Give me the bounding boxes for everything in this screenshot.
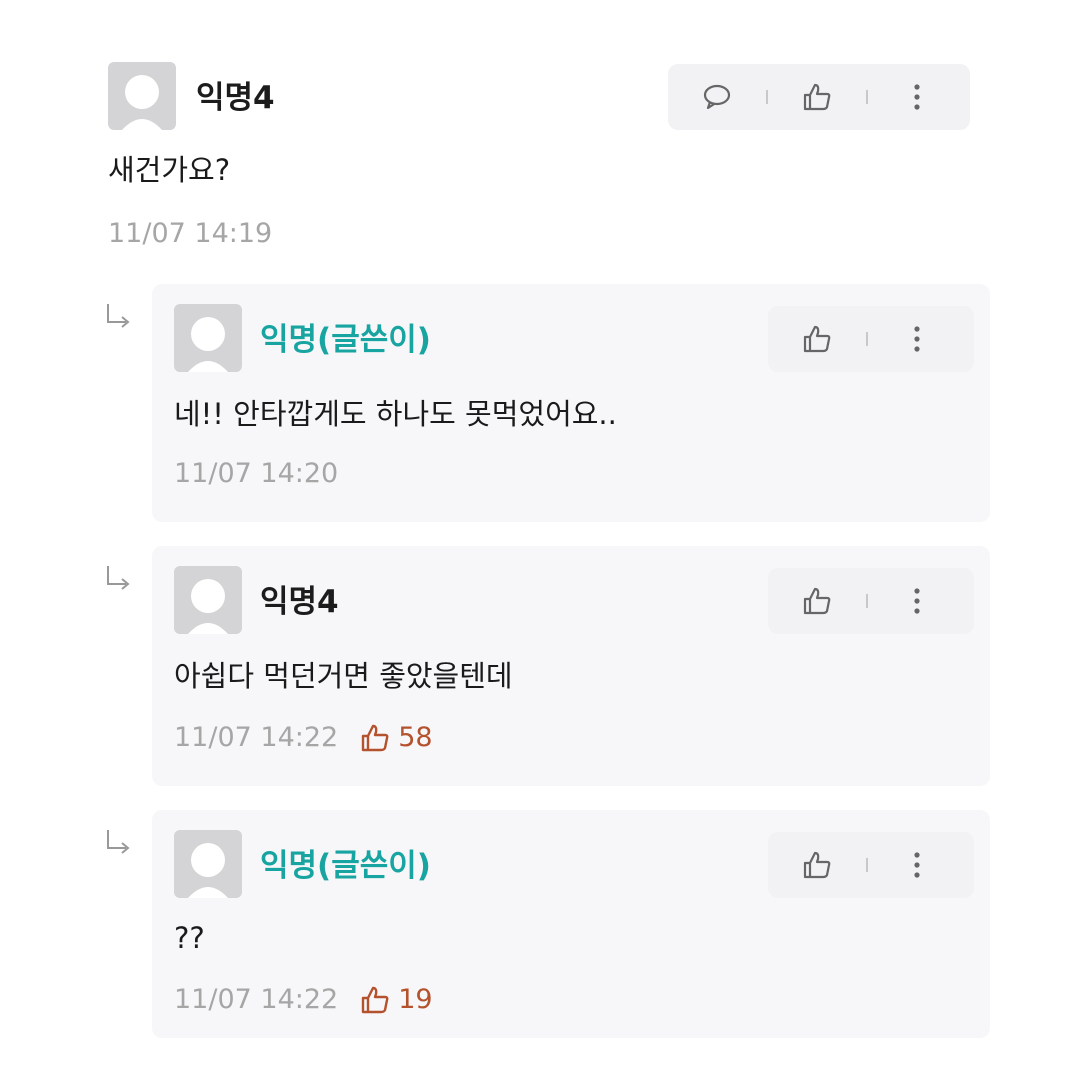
timestamp-text: 11/07 14:20 — [174, 458, 339, 489]
comment-timestamp: 11/07 14:20 — [174, 456, 338, 492]
reply-comment: 익명4 아쉽다 먹던거면 좋았을텐데 11/07 14:22 58 — [152, 546, 990, 786]
comment-meta: 11/07 14:22 19 — [174, 982, 433, 1018]
comment-author: 익명(글쓴이) — [260, 322, 431, 358]
avatar — [108, 62, 176, 130]
comment-action-bar — [668, 64, 970, 130]
divider — [866, 90, 868, 104]
comment-timestamp: 11/07 14:19 — [108, 216, 272, 252]
timestamp-text: 11/07 14:19 — [108, 218, 273, 249]
like-count-value: 58 — [398, 722, 433, 753]
thumbs-up-icon[interactable] — [792, 576, 842, 626]
avatar — [174, 304, 242, 372]
comment-top-level: 익명4 새건가요? 11/07 14:19 — [0, 0, 1080, 270]
timestamp-text: 11/07 14:22 — [174, 722, 339, 753]
thumbs-up-icon[interactable] — [792, 72, 842, 122]
reply-icon[interactable] — [692, 72, 742, 122]
comment-text: 아쉽다 먹던거면 좋았을텐데 — [174, 659, 513, 693]
reply-comment: 익명(글쓴이) 네!! 안타깝게도 하나도 못먹었어요.. 11/07 14:2… — [152, 284, 990, 522]
reply-comment: 익명(글쓴이) ?? 11/07 14:22 19 — [152, 810, 990, 1038]
thumbs-up-icon[interactable] — [792, 840, 842, 890]
divider — [866, 332, 868, 346]
divider — [866, 594, 868, 608]
comment-text: 새건가요? — [108, 153, 231, 187]
avatar — [174, 830, 242, 898]
comment-action-bar — [768, 832, 974, 898]
comment-text: ?? — [174, 921, 205, 955]
thumbs-up-icon[interactable] — [792, 314, 842, 364]
thumbs-up-icon — [362, 986, 389, 1014]
like-count: 19 — [360, 982, 433, 1018]
more-vertical-icon[interactable] — [892, 72, 942, 122]
timestamp-text: 11/07 14:22 — [174, 984, 339, 1015]
comment-text: 네!! 안타깝게도 하나도 못먹었어요.. — [174, 397, 617, 431]
like-count-value: 19 — [398, 984, 433, 1015]
comment-author: 익명4 — [260, 584, 339, 620]
reply-arrow-icon — [104, 828, 134, 858]
divider — [866, 858, 868, 872]
thumbs-up-icon — [362, 724, 389, 752]
more-vertical-icon[interactable] — [892, 576, 942, 626]
like-count: 58 — [360, 720, 433, 756]
comment-author: 익명4 — [196, 80, 275, 116]
reply-arrow-icon — [104, 564, 134, 594]
reply-arrow-icon — [104, 302, 134, 332]
more-vertical-icon[interactable] — [892, 314, 942, 364]
avatar — [174, 566, 242, 634]
comment-meta: 11/07 14:22 58 — [174, 720, 433, 756]
comment-author: 익명(글쓴이) — [260, 848, 431, 884]
comment-action-bar — [768, 568, 974, 634]
more-vertical-icon[interactable] — [892, 840, 942, 890]
divider — [766, 90, 768, 104]
comment-action-bar — [768, 306, 974, 372]
